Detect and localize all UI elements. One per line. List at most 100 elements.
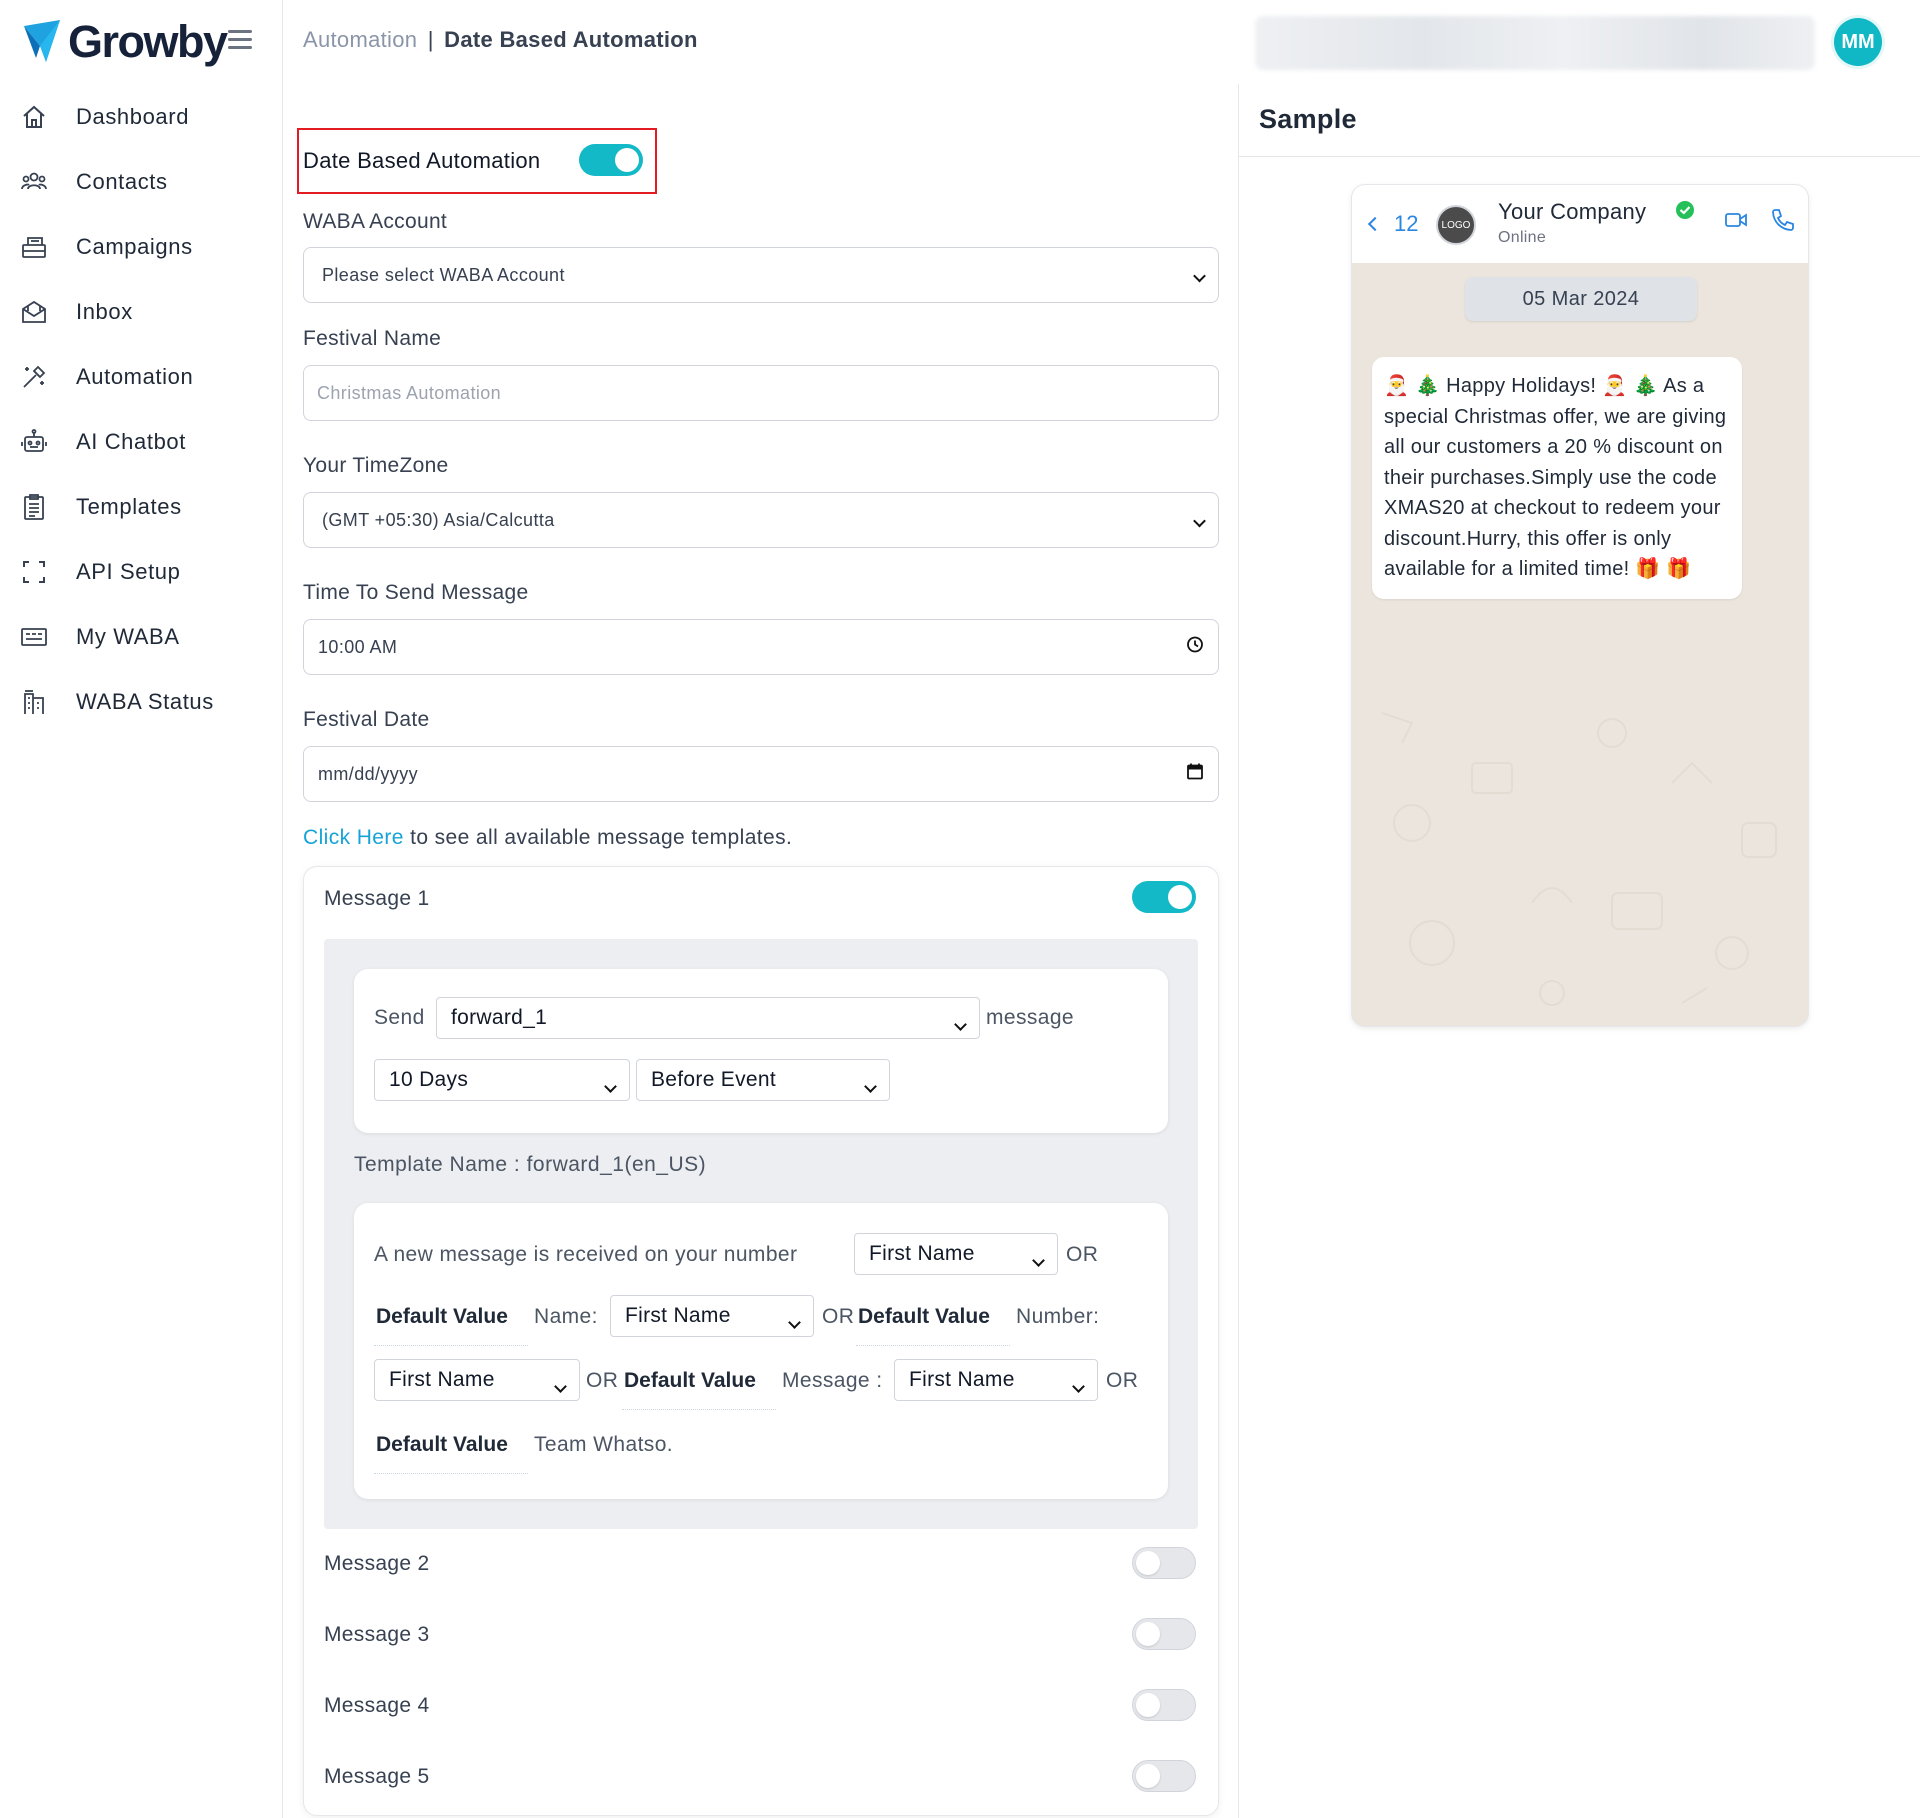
- home-icon: [20, 103, 48, 131]
- company-name: Your Company: [1498, 199, 1647, 224]
- timezone-select[interactable]: (GMT +05:30) Asia/Calcutta: [303, 492, 1219, 548]
- breadcrumb-automation-link[interactable]: Automation: [303, 27, 417, 52]
- body-text: A new message is received on your number: [374, 1243, 798, 1266]
- templates-icon: [20, 493, 48, 521]
- back-button[interactable]: 12: [1367, 211, 1419, 237]
- message-4-title: Message 4: [324, 1694, 430, 1717]
- unread-count: 12: [1394, 211, 1419, 236]
- sample-title: Sample: [1259, 104, 1357, 134]
- sidebar-item-automation[interactable]: Automation: [0, 344, 283, 409]
- variable-3-select[interactable]: First Name: [374, 1359, 580, 1401]
- variable-4-value: First Name: [909, 1368, 1015, 1391]
- campaigns-icon: [20, 233, 48, 261]
- send-config-card: Send forward_1 message 10 Days Before Ev…: [354, 969, 1168, 1133]
- sidebar-item-campaigns[interactable]: Campaigns: [0, 214, 283, 279]
- sidebar-item-label: AI Chatbot: [76, 428, 186, 454]
- sample-panel: Sample 12 LOGO Your Company Online 05 Ma…: [1238, 84, 1920, 1818]
- growby-logo[interactable]: Growby: [20, 14, 228, 70]
- timezone-label: Your TimeZone: [303, 454, 449, 477]
- message-1-toggle[interactable]: [1132, 881, 1196, 913]
- chevron-down-icon: [1193, 265, 1206, 286]
- variable-2-value: First Name: [625, 1304, 731, 1327]
- festival-date-value: mm/dd/yyyy: [318, 763, 419, 784]
- date-based-automation-label: Date Based Automation: [303, 148, 541, 173]
- days-select[interactable]: 10 Days: [374, 1059, 630, 1101]
- message-2-toggle[interactable]: [1132, 1547, 1196, 1579]
- company-logo: LOGO: [1436, 205, 1476, 245]
- name-text: Name:: [534, 1305, 598, 1328]
- menu-toggle-icon[interactable]: [228, 30, 252, 50]
- variable-3-value: First Name: [389, 1368, 495, 1391]
- sidebar-item-waba-status[interactable]: WABA Status: [0, 669, 283, 734]
- sidebar-item-ai-chatbot[interactable]: AI Chatbot: [0, 409, 283, 474]
- chevron-left-icon: [1367, 216, 1383, 232]
- sidebar-item-label: My WABA: [76, 623, 180, 649]
- automation-icon: [20, 363, 48, 391]
- sidebar-nav: Dashboard Contacts Campaigns Inbox Autom…: [0, 84, 283, 734]
- chat-background: 05 Mar 2024 🎅 🎄 Happy Holidays! 🎅 🎄 As a…: [1352, 263, 1808, 1026]
- sidebar-item-api-setup[interactable]: API Setup: [0, 539, 283, 604]
- status-icon: [20, 688, 48, 716]
- sidebar-item-label: Dashboard: [76, 103, 190, 129]
- clock-icon[interactable]: [1186, 636, 1204, 659]
- click-here-link[interactable]: Click Here: [303, 826, 404, 849]
- default-value-field-2[interactable]: Default Value: [856, 1305, 1010, 1346]
- festival-date-input[interactable]: mm/dd/yyyy: [303, 746, 1219, 802]
- variable-4-select[interactable]: First Name: [894, 1359, 1098, 1401]
- sidebar-item-dashboard[interactable]: Dashboard: [0, 84, 283, 149]
- message-3-title: Message 3: [324, 1623, 430, 1646]
- phone-call-icon[interactable]: [1770, 207, 1796, 238]
- sidebar-item-inbox[interactable]: Inbox: [0, 279, 283, 344]
- templates-hint-text: to see all available message templates.: [403, 826, 793, 849]
- variable-2-select[interactable]: First Name: [610, 1295, 814, 1337]
- timing-select[interactable]: Before Event: [636, 1059, 890, 1101]
- toggle-knob: [1136, 1693, 1160, 1717]
- waba-account-select[interactable]: Please select WABA Account: [303, 247, 1219, 303]
- waba-icon: [20, 623, 48, 651]
- timezone-value: (GMT +05:30) Asia/Calcutta: [322, 509, 555, 530]
- page-title: Date Based Automation: [444, 27, 698, 52]
- date-based-automation-toggle[interactable]: [579, 144, 643, 176]
- sidebar-item-label: Campaigns: [76, 233, 193, 259]
- template-select[interactable]: forward_1: [436, 997, 980, 1039]
- chevron-down-icon: [864, 1073, 877, 1097]
- sidebar-item-label: Templates: [76, 493, 182, 519]
- breadcrumb: Automation | Date Based Automation: [303, 27, 698, 53]
- template-select-value: forward_1: [451, 1006, 548, 1029]
- sidebar-item-my-waba[interactable]: My WABA: [0, 604, 283, 669]
- timing-select-value: Before Event: [651, 1068, 777, 1091]
- divider: [1239, 156, 1920, 157]
- message-5-toggle[interactable]: [1132, 1760, 1196, 1792]
- sidebar-item-label: Automation: [76, 363, 194, 389]
- waba-account-value: Please select WABA Account: [322, 264, 565, 285]
- sidebar-item-contacts[interactable]: Contacts: [0, 149, 283, 214]
- calendar-icon[interactable]: [1186, 763, 1204, 786]
- growby-logo-icon: [24, 20, 60, 62]
- user-avatar[interactable]: MM: [1834, 18, 1882, 66]
- default-value-field-1[interactable]: Default Value: [374, 1305, 528, 1346]
- message-2-title: Message 2: [324, 1552, 430, 1575]
- toggle-knob: [1168, 885, 1192, 909]
- default-value-field-4[interactable]: Default Value: [374, 1433, 528, 1474]
- default-value-field-3[interactable]: Default Value: [622, 1369, 776, 1410]
- variable-1-select[interactable]: First Name: [854, 1233, 1058, 1275]
- message-3-toggle[interactable]: [1132, 1618, 1196, 1650]
- api-icon: [20, 558, 48, 586]
- toggle-knob: [1136, 1551, 1160, 1575]
- sidebar-item-label: WABA Status: [76, 688, 214, 714]
- video-call-icon[interactable]: [1724, 211, 1748, 234]
- chevron-down-icon: [1072, 1373, 1085, 1397]
- message-4-toggle[interactable]: [1132, 1689, 1196, 1721]
- festival-name-input[interactable]: Christmas Automation: [303, 365, 1219, 421]
- or-text: OR: [822, 1305, 855, 1328]
- contacts-icon: [20, 168, 48, 196]
- blurred-account-info: [1255, 16, 1815, 70]
- chat-header: 12 LOGO Your Company Online: [1352, 185, 1808, 263]
- time-to-send-input[interactable]: 10:00 AM: [303, 619, 1219, 675]
- waba-account-label: WABA Account: [303, 210, 448, 233]
- days-select-value: 10 Days: [389, 1068, 469, 1091]
- festival-date-label: Festival Date: [303, 708, 430, 731]
- sidebar-item-templates[interactable]: Templates: [0, 474, 283, 539]
- robot-icon: [20, 428, 48, 456]
- sidebar-item-label: API Setup: [76, 558, 181, 584]
